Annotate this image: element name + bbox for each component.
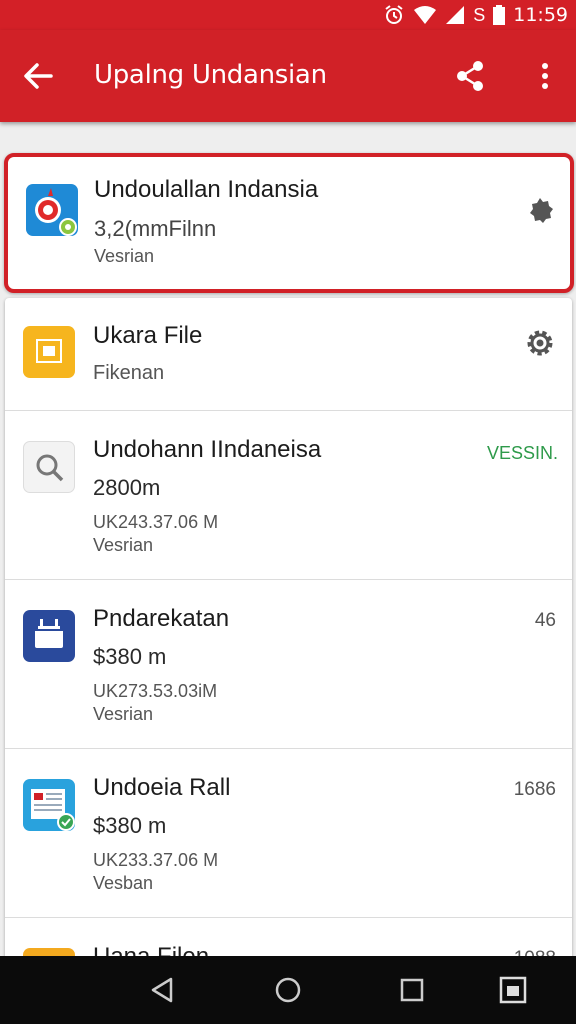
item-size: $380 m (93, 813, 167, 838)
item-name: Pndarekatan (93, 605, 230, 632)
page-title: Upalng Undansian (94, 60, 327, 90)
back-triangle-icon (151, 977, 173, 1003)
gear-icon (530, 198, 553, 223)
settings-button[interactable] (523, 195, 559, 231)
data-icon: S (473, 4, 486, 25)
calendar-app-icon (23, 610, 75, 662)
item-name: Undohann IIndaneisa (93, 436, 322, 463)
status-badge: VESSIN. (486, 443, 558, 463)
item-build: UK243.37.06 M (93, 512, 219, 532)
item-count: 46 (534, 610, 556, 631)
list-item[interactable]: Uana Filen 1088 (5, 918, 572, 956)
back-button[interactable] (20, 58, 56, 94)
app-list: Undoulallan Indansia 3,2(mmFilnn Vesrian… (0, 122, 576, 956)
battery-icon (493, 5, 506, 25)
item-size: 3,2(mmFilnn (94, 216, 217, 241)
item-count: 1088 (514, 948, 556, 956)
news-app-icon (23, 779, 75, 831)
item-version: Vesrian (94, 246, 155, 266)
item-name: Undoeia Rall (93, 774, 231, 801)
file-app-icon (23, 948, 75, 956)
gear-icon (527, 330, 553, 356)
item-version: Vesrian (93, 704, 154, 724)
app-icon (26, 184, 78, 236)
item-build: UK273.53.03iM (93, 681, 218, 701)
item-size: Fikenan (93, 362, 165, 384)
recents-square-icon (400, 978, 424, 1002)
status-bar: S 11:59 (0, 0, 576, 30)
more-vert-icon (542, 63, 548, 89)
share-button[interactable] (452, 58, 488, 94)
share-icon (457, 61, 483, 91)
arrow-back-icon (24, 63, 53, 89)
home-circle-icon (275, 977, 301, 1003)
list-item[interactable]: Undoeia Rall $380 m UK233.37.06 M Vesban… (5, 749, 572, 918)
item-size: 2800m (93, 475, 161, 500)
item-version: Vesban (93, 873, 154, 893)
item-count: 1686 (513, 779, 556, 800)
app-bar: Upalng Undansian (0, 30, 576, 122)
app-list-group: Ukara File Fikenan Undohann IIndaneisa 2… (5, 298, 572, 956)
search-app-icon (23, 441, 75, 493)
item-name: Ukara File (93, 322, 203, 349)
file-app-icon (23, 326, 75, 378)
list-item[interactable]: Pndarekatan $380 m UK273.53.03iM Vesrian… (5, 580, 572, 749)
nav-recents-button[interactable] (395, 973, 429, 1007)
nav-back-button[interactable] (145, 973, 179, 1007)
alarm-icon (383, 4, 405, 26)
screenshot-icon (499, 976, 527, 1004)
item-name: Undoulallan Indansia (94, 176, 319, 203)
settings-button[interactable] (524, 327, 560, 363)
signal-icon (445, 5, 465, 25)
clock: 11:59 (513, 4, 568, 26)
list-item-selected[interactable]: Undoulallan Indansia 3,2(mmFilnn Vesrian (4, 153, 574, 293)
more-options-button[interactable] (530, 58, 560, 94)
item-build: UK233.37.06 M (93, 850, 219, 870)
list-item[interactable]: Undohann IIndaneisa 2800m UK243.37.06 M … (5, 411, 572, 580)
nav-screenshot-button[interactable] (496, 973, 530, 1007)
nav-home-button[interactable] (271, 973, 305, 1007)
list-item[interactable]: Ukara File Fikenan (5, 298, 572, 411)
wifi-icon (413, 5, 437, 25)
item-version: Vesrian (93, 535, 154, 555)
item-name: Uana Filen (93, 943, 209, 956)
navigation-bar (0, 956, 576, 1024)
item-size: $380 m (93, 644, 167, 669)
